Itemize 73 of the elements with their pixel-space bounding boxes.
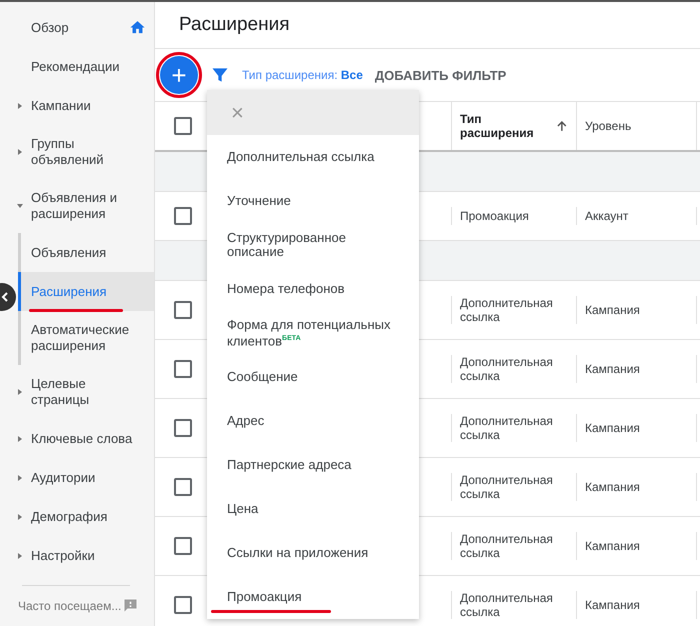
sidebar-label: Кампании bbox=[31, 98, 92, 114]
sidebar-item[interactable]: Аудитории bbox=[0, 458, 154, 497]
expand-arrow-icon bbox=[17, 552, 23, 558]
table-cell: Кампания bbox=[585, 598, 640, 612]
filter-chip[interactable]: Тип расширения: Все bbox=[242, 68, 363, 82]
menu-item[interactable]: Сообщение bbox=[207, 355, 419, 399]
table-cell-text: Дополнительная ссылка bbox=[460, 296, 554, 324]
sidebar-label: Ключевые слова bbox=[31, 430, 134, 446]
table-cell: Кампания bbox=[585, 362, 640, 376]
add-button[interactable]: + bbox=[160, 56, 198, 94]
expand-arrow-icon bbox=[17, 203, 23, 209]
sidebar-item[interactable]: Ключевые слова bbox=[0, 419, 154, 458]
table-cell-text: Дополнительная ссылка bbox=[460, 591, 554, 619]
expand-arrow-icon bbox=[17, 474, 23, 480]
sidebar-subitem[interactable]: Автоматические расширения bbox=[18, 311, 154, 365]
select-all-checkbox[interactable] bbox=[174, 117, 192, 135]
expand-arrow-icon bbox=[17, 436, 23, 442]
table-cell-text: Дополнительная ссылка bbox=[460, 473, 554, 501]
sidebar-item[interactable]: Кампании bbox=[0, 86, 154, 125]
expand-arrow-icon bbox=[17, 102, 23, 108]
row-checkbox[interactable] bbox=[174, 478, 192, 496]
sidebar-label: Рекомендации bbox=[31, 58, 121, 74]
menu-item[interactable]: Партнерские адреса bbox=[207, 443, 419, 487]
sidebar-label: Объявления и расширения bbox=[31, 190, 118, 222]
sidebar-item[interactable]: Настройки bbox=[0, 536, 154, 575]
sort-arrow-icon bbox=[556, 120, 568, 132]
row-checkbox[interactable] bbox=[174, 596, 192, 614]
sidebar-label: Настройки bbox=[31, 548, 96, 564]
row-checkbox[interactable] bbox=[174, 207, 192, 225]
row-checkbox[interactable] bbox=[174, 301, 192, 319]
menu-item[interactable]: Адрес bbox=[207, 399, 419, 443]
table-cell: Кампания bbox=[585, 539, 640, 553]
add-filter-button[interactable]: ДОБАВИТЬ ФИЛЬТР bbox=[374, 68, 506, 82]
table-cell: Кампания bbox=[585, 421, 640, 435]
sidebar-item[interactable]: Демография bbox=[0, 497, 154, 536]
sidebar-label: Целевые страницы bbox=[31, 376, 90, 408]
sidebar-item[interactable]: Объявления и расширения bbox=[0, 179, 154, 233]
row-checkbox[interactable] bbox=[174, 419, 192, 437]
table-cell: Кампания bbox=[585, 303, 640, 317]
home-icon bbox=[129, 19, 146, 36]
menu-item[interactable]: Структурированное описание bbox=[207, 223, 419, 267]
table-cell-text: Дополнительная ссылка bbox=[460, 532, 554, 560]
menu-item[interactable]: Промоакция bbox=[207, 575, 419, 619]
sidebar-label: Обзор bbox=[31, 20, 70, 36]
table-cell-text: Дополнительная ссылка bbox=[460, 355, 554, 383]
frequent-pages-label[interactable]: Часто посещаем... bbox=[18, 598, 122, 612]
column-header[interactable]: Уровень bbox=[577, 102, 697, 150]
sidebar-label: Демография bbox=[31, 508, 108, 524]
sidebar-item[interactable]: Группы объявлений bbox=[0, 125, 154, 179]
menu-item[interactable]: Ссылки на приложения bbox=[207, 531, 419, 575]
table-cell: Промоакция bbox=[460, 209, 529, 223]
column-header[interactable]: Тип расширения bbox=[452, 102, 577, 150]
menu-item[interactable]: Дополнительная ссылка bbox=[207, 135, 419, 179]
expand-arrow-icon bbox=[17, 514, 23, 520]
sidebar-item[interactable]: Целевые страницы bbox=[0, 365, 154, 419]
page-title: Расширения bbox=[179, 14, 290, 36]
menu-item[interactable]: Уточнение bbox=[207, 179, 419, 223]
expand-arrow-icon bbox=[17, 389, 23, 395]
sidebar-subitem[interactable]: Расширения bbox=[18, 272, 154, 311]
table-cell: Кампания bbox=[585, 480, 640, 494]
sidebar-label: Аудитории bbox=[31, 470, 96, 486]
table-cell: Аккаунт bbox=[585, 209, 628, 223]
expand-arrow-icon bbox=[17, 149, 23, 155]
sidebar-label: Группы объявлений bbox=[31, 136, 105, 168]
table-cell-text: Дополнительная ссылка bbox=[460, 414, 554, 442]
menu-item[interactable]: Форма для потенциальных клиентов$^{БЕТА}$ bbox=[207, 311, 419, 355]
menu-item[interactable]: Номера телефонов bbox=[207, 267, 419, 311]
row-checkbox[interactable] bbox=[174, 360, 192, 378]
menu-item[interactable]: Цена bbox=[207, 487, 419, 531]
chevron-left-icon bbox=[0, 292, 10, 302]
row-checkbox[interactable] bbox=[174, 537, 192, 555]
sidebar-item[interactable]: Рекомендации bbox=[0, 47, 154, 86]
sidebar-item[interactable]: Обзор bbox=[0, 8, 154, 47]
